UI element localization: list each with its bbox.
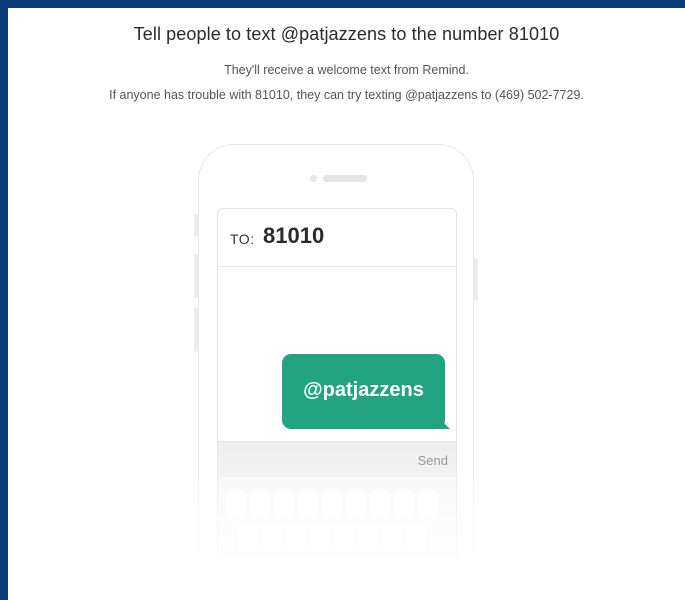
- keyboard-row-1: [226, 491, 438, 517]
- recipient-number: 81010: [263, 223, 325, 248]
- recipient-bar: TO: 81010: [218, 209, 456, 267]
- keyboard-key: [394, 491, 414, 517]
- message-bubble-tail: [438, 417, 450, 429]
- phone-screen: TO: 81010 @patjazzens Send: [217, 208, 457, 600]
- message-text: @patjazzens: [303, 379, 424, 401]
- keyboard-key: [262, 525, 282, 551]
- keyboard-key: [382, 525, 402, 551]
- keyboard-key: [274, 491, 294, 517]
- keyboard-key: [358, 525, 378, 551]
- send-button: Send: [417, 453, 448, 468]
- keyboard-key: [238, 525, 258, 551]
- message-bubble: @patjazzens: [282, 354, 445, 429]
- keyboard-key: [250, 491, 270, 517]
- keyboard-key: [346, 491, 366, 517]
- phone-power-button: [474, 258, 478, 300]
- keyboard-key: [322, 491, 342, 517]
- keyboard-key: [226, 491, 246, 517]
- keyboard-key: [310, 525, 330, 551]
- keyboard-key: [406, 525, 426, 551]
- keyboard-row-2: [238, 525, 426, 551]
- keyboard: [218, 477, 456, 600]
- to-label: TO:: [230, 231, 255, 247]
- keyboard-key: [370, 491, 390, 517]
- phone-speaker-icon: [323, 175, 367, 182]
- phone-illustration: TO: 81010 @patjazzens Send: [8, 8, 685, 600]
- keyboard-key: [334, 525, 354, 551]
- keyboard-key: [418, 491, 438, 517]
- keyboard-key: [298, 491, 318, 517]
- phone-camera-icon: [310, 175, 317, 182]
- compose-bar: Send: [218, 441, 456, 477]
- keyboard-key: [286, 525, 306, 551]
